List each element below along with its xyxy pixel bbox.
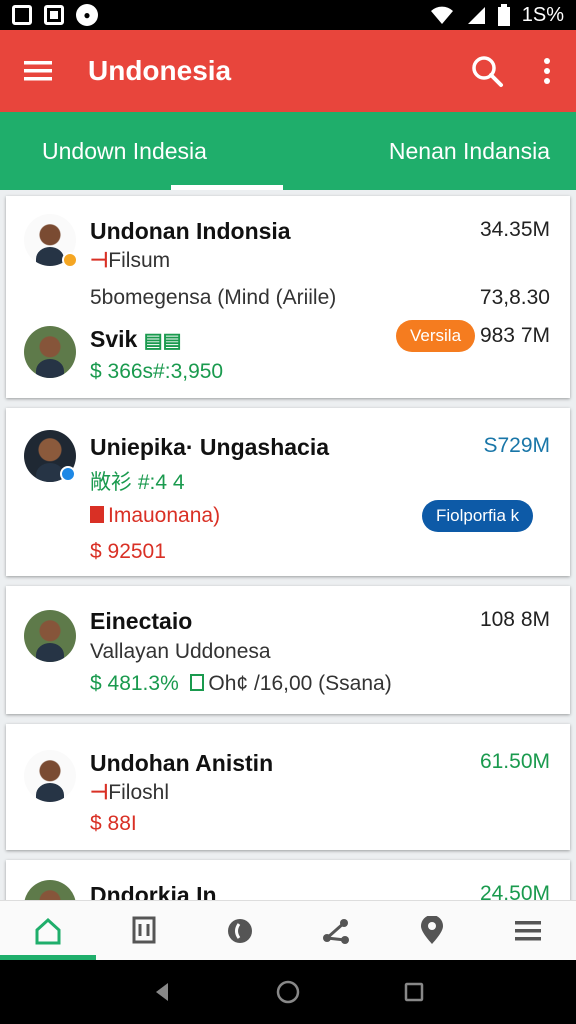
search-icon[interactable] bbox=[470, 54, 504, 88]
app-title: Undonesia bbox=[88, 55, 232, 86]
avatar bbox=[24, 610, 76, 662]
card-subtitle: ⊣Filoshl bbox=[90, 781, 169, 804]
home-circle-icon[interactable] bbox=[276, 980, 300, 1004]
card-name: Undonan Indonsia bbox=[90, 218, 291, 244]
flag-icon: ⊣ bbox=[90, 781, 109, 804]
recents-icon[interactable] bbox=[403, 981, 425, 1003]
card-name: Undohan Anistin bbox=[90, 750, 274, 776]
card-detail: Imauonana) bbox=[90, 504, 220, 528]
verified-badge-icon bbox=[62, 252, 78, 268]
app-notification-icon: ● bbox=[76, 4, 98, 26]
card-second-amount: 983 7M bbox=[479, 324, 550, 347]
card-price: $ 92501 bbox=[90, 540, 166, 563]
system-navigation-bar bbox=[0, 960, 576, 1024]
avatar bbox=[24, 880, 76, 900]
status-pill[interactable]: Fiolporfia k bbox=[422, 500, 534, 532]
tab-nenan-indansia[interactable]: Nenan Indansia bbox=[389, 138, 550, 165]
card-second-name: Svik ▤▤ bbox=[90, 326, 182, 352]
list-card[interactable]: Uniepika· Ungashacia S729M 敞衫 #:4 4 Imau… bbox=[6, 408, 570, 576]
tab-undown-indesia[interactable]: Undown Indesia bbox=[42, 138, 207, 165]
card-amount: 34.35M bbox=[479, 218, 550, 241]
card-amount: 61.50M bbox=[479, 750, 550, 773]
nav-share[interactable] bbox=[306, 906, 366, 956]
status-bar: ● 1S% bbox=[0, 0, 576, 30]
card-price: $ 88I bbox=[90, 812, 137, 835]
card-detail-amount: 73,8.30 bbox=[479, 286, 550, 309]
more-options-icon[interactable] bbox=[542, 57, 552, 85]
id-card-icon: ▤▤ bbox=[143, 330, 182, 352]
status-time: 1S% bbox=[521, 3, 564, 26]
list-menu-icon bbox=[515, 920, 541, 940]
document-icon bbox=[190, 673, 205, 691]
verified-badge-icon bbox=[60, 466, 76, 482]
card-name: Dndorkia In bbox=[90, 882, 217, 900]
card-amount: S729M bbox=[483, 434, 550, 457]
avatar bbox=[24, 326, 76, 378]
nav-location[interactable] bbox=[402, 906, 462, 956]
document-icon bbox=[132, 916, 156, 943]
card-name: Uniepika· Ungashacia bbox=[90, 434, 330, 460]
home-icon bbox=[35, 917, 61, 944]
card-subtitle: ⊣Filsum bbox=[90, 249, 171, 272]
card-second-price: $ 366s#:3,950 bbox=[90, 360, 224, 383]
image-icon bbox=[44, 5, 64, 25]
card-price: $ 481.3% Oh¢ /16,00 (Ssana) bbox=[90, 672, 392, 695]
share-icon bbox=[323, 918, 349, 944]
document-icon bbox=[90, 505, 104, 523]
nav-home[interactable] bbox=[18, 906, 78, 956]
nav-documents[interactable] bbox=[114, 906, 174, 956]
nav-menu[interactable] bbox=[498, 906, 558, 956]
menu-icon[interactable] bbox=[24, 59, 54, 83]
card-subtitle: 敞衫 #:4 4 bbox=[90, 471, 185, 494]
status-pill[interactable]: Versila bbox=[396, 320, 476, 352]
list-card[interactable]: Undohan Anistin 61.50M ⊣Filoshl $ 88I bbox=[6, 724, 570, 850]
list-card[interactable]: Undonan Indonsia 34.35M ⊣Filsum 5bomegen… bbox=[6, 196, 570, 398]
back-icon[interactable] bbox=[151, 981, 173, 1003]
battery-icon bbox=[497, 4, 510, 26]
notification-icon bbox=[12, 5, 32, 25]
tab-bar: Undown Indesia Nenan Indansia bbox=[0, 112, 576, 190]
nav-discover[interactable] bbox=[210, 906, 270, 956]
list-card[interactable]: Dndorkia In 24.50M bbox=[6, 860, 570, 900]
card-amount: 108 8M bbox=[479, 608, 550, 631]
compass-icon bbox=[228, 918, 252, 943]
card-amount: 24.50M bbox=[479, 882, 550, 900]
location-pin-icon bbox=[421, 915, 443, 944]
flag-icon: ⊣ bbox=[90, 249, 109, 272]
card-detail: 5bomegensa (Mind (Ariile) bbox=[90, 286, 337, 309]
card-subtitle: Vallayan Uddonesa bbox=[90, 640, 271, 663]
bottom-navigation bbox=[0, 900, 576, 960]
app-bar: Undonesia bbox=[0, 30, 576, 112]
signal-icon bbox=[467, 7, 485, 24]
card-list[interactable]: Undonan Indonsia 34.35M ⊣Filsum 5bomegen… bbox=[0, 190, 576, 900]
wifi-icon bbox=[430, 6, 453, 24]
list-card[interactable]: Einectaio 108 8M Vallayan Uddonesa $ 481… bbox=[6, 586, 570, 714]
card-name: Einectaio bbox=[90, 608, 193, 634]
avatar bbox=[24, 750, 76, 802]
